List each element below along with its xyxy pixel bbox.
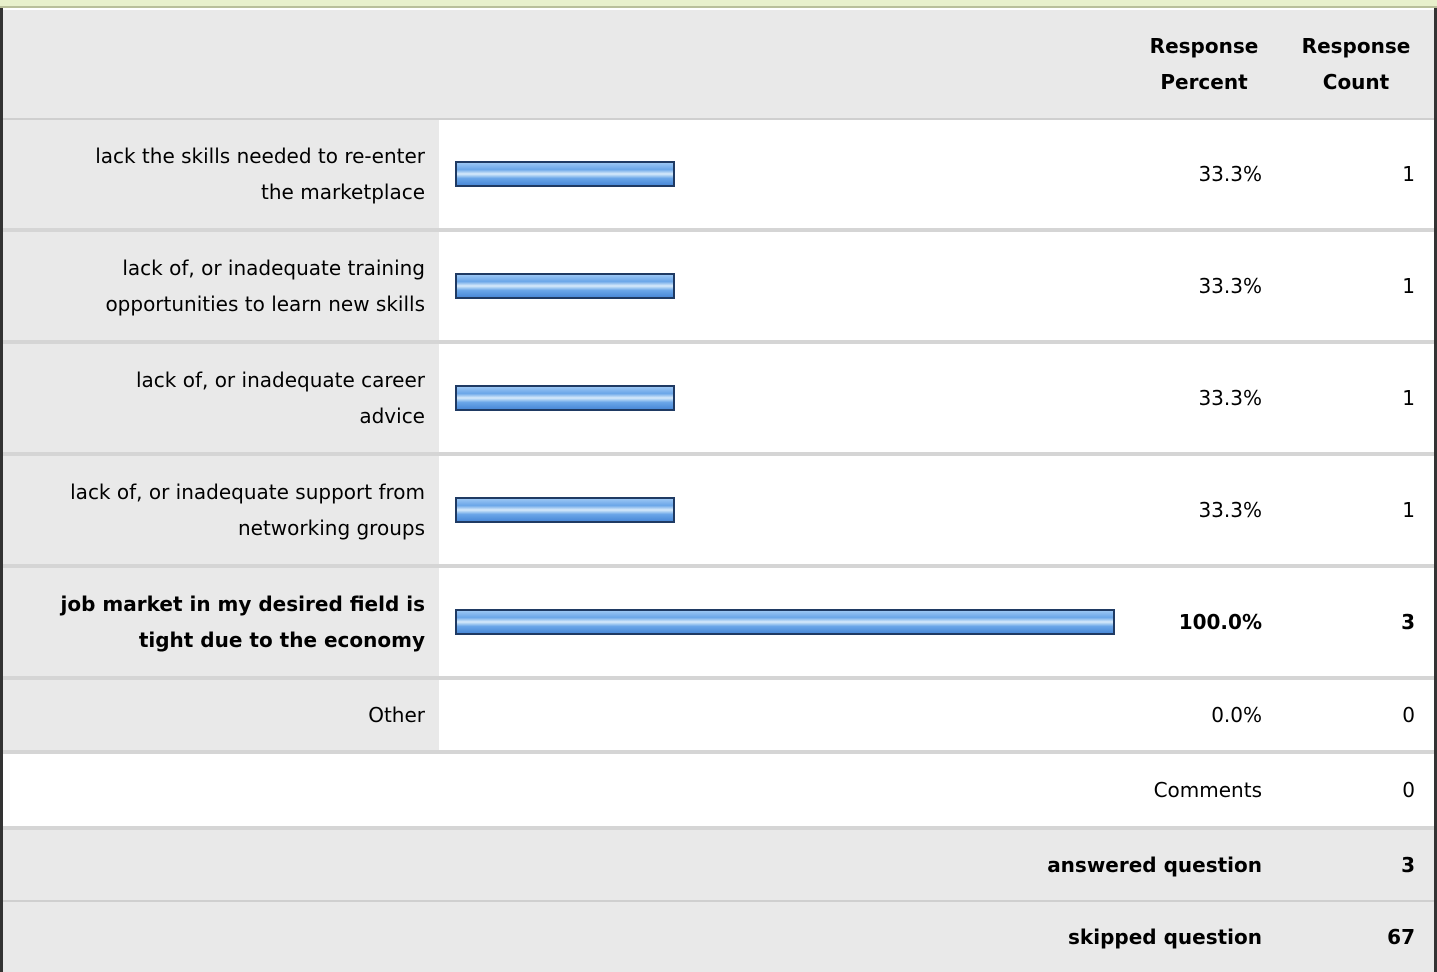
- count-header-line2: Count: [1322, 70, 1390, 94]
- response-bar: [455, 497, 675, 523]
- answer-label: job market in my desired field is tight d…: [3, 568, 439, 676]
- table-row: lack of, or inadequate career advice 33.3…: [3, 344, 1434, 452]
- count-header-line1: Response: [1301, 34, 1411, 58]
- answer-label-line1: Other: [368, 703, 425, 727]
- table-row: job market in my desired field is tight d…: [3, 568, 1434, 676]
- answer-label-line2: advice: [359, 404, 425, 428]
- response-percent: 33.3%: [1198, 386, 1262, 410]
- response-count: 0: [1402, 703, 1415, 727]
- percent-header: Response Percent: [1144, 28, 1264, 100]
- response-percent: 100.0%: [1178, 610, 1262, 634]
- table-row: lack of, or inadequate training opportuni…: [3, 232, 1434, 340]
- answer-label-line2: the marketplace: [261, 180, 425, 204]
- answered-row: answered question 3: [3, 830, 1434, 900]
- response-percent: 0.0%: [1211, 703, 1262, 727]
- answer-label: lack the skills needed to re-enter the ma…: [3, 120, 439, 228]
- response-bar: [455, 161, 675, 187]
- answer-label-line1: lack the skills needed to re-enter: [95, 144, 425, 168]
- skipped-row: skipped question 67: [3, 902, 1434, 972]
- answer-label-line1: lack of, or inadequate support from: [70, 480, 425, 504]
- response-count: 1: [1402, 498, 1415, 522]
- percent-header-line1: Response: [1149, 34, 1259, 58]
- response-count: 3: [1401, 610, 1415, 634]
- answer-label-line2: networking groups: [237, 516, 425, 540]
- answer-label-line1: job market in my desired field is: [60, 592, 425, 616]
- table-row: lack the skills needed to re-enter the ma…: [3, 120, 1434, 228]
- table-row: Other 0.0% 0: [3, 680, 1434, 750]
- answer-label-line1: lack of, or inadequate training: [122, 256, 425, 280]
- skipped-label: skipped question: [1068, 925, 1262, 949]
- response-count: 1: [1402, 162, 1415, 186]
- answer-label-line2: opportunities to learn new skills: [105, 292, 425, 316]
- response-bar: [455, 273, 675, 299]
- answer-label-line2: tight due to the economy: [138, 628, 425, 652]
- comments-row: Comments 0: [3, 754, 1434, 826]
- count-header: Response Count: [1293, 28, 1419, 100]
- response-count: 1: [1402, 274, 1415, 298]
- percent-header-line2: Percent: [1160, 70, 1248, 94]
- answer-label-line1: lack of, or inadequate career: [135, 368, 425, 392]
- answered-label: answered question: [1047, 853, 1262, 877]
- response-count: 1: [1402, 386, 1415, 410]
- answered-count: 3: [1401, 853, 1415, 877]
- skipped-count: 67: [1387, 925, 1415, 949]
- response-bar: [455, 385, 675, 411]
- answer-label: lack of, or inadequate career advice: [3, 344, 439, 452]
- response-percent: 33.3%: [1198, 498, 1262, 522]
- table-row: lack of, or inadequate support from netwo…: [3, 456, 1434, 564]
- top-strip: [0, 0, 1437, 8]
- table-header: Response Percent Response Count: [3, 10, 1434, 118]
- response-percent: 33.3%: [1198, 162, 1262, 186]
- answer-label: lack of, or inadequate training opportuni…: [3, 232, 439, 340]
- comments-count: 0: [1402, 778, 1415, 802]
- comments-label[interactable]: Comments: [1003, 754, 1262, 826]
- response-percent: 33.3%: [1198, 274, 1262, 298]
- answer-label: Other: [3, 680, 439, 750]
- answer-label: lack of, or inadequate support from netwo…: [3, 456, 439, 564]
